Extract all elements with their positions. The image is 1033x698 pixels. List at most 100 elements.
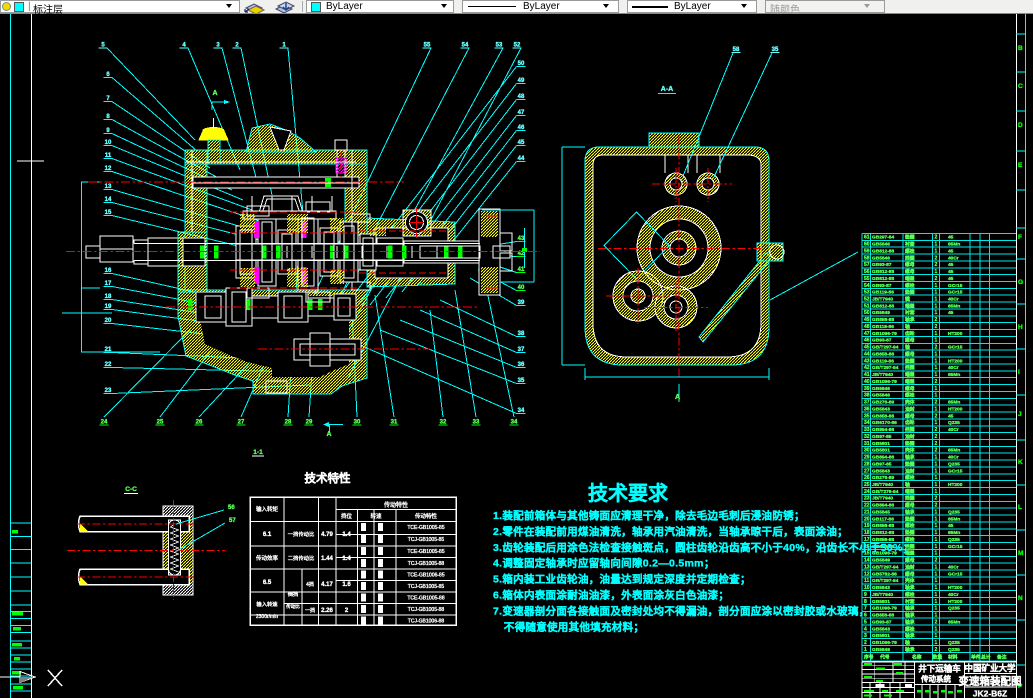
svg-text:GB5843: GB5843: [872, 468, 890, 474]
svg-text:螺栓: 螺栓: [905, 625, 915, 632]
svg-text:32: 32: [864, 434, 870, 440]
svg-text:JB/T7940: JB/T7940: [872, 592, 893, 598]
svg-text:键: 键: [904, 296, 910, 303]
svg-text:47: 47: [864, 331, 870, 337]
svg-text:序号: 序号: [864, 654, 874, 661]
svg-text:2.零件在装配前用煤油清洗，轴承用汽油清洗，当轴承晾干后，表: 2.零件在装配前用煤油清洗，轴承用汽油清洗，当轴承晾干后，表面涂油；: [493, 525, 848, 538]
svg-text:26: 26: [864, 475, 870, 481]
svg-text:1: 1: [935, 530, 938, 536]
svg-text:GB/T297-94: GB/T297-94: [872, 564, 899, 570]
svg-text:轴: 轴: [905, 323, 910, 330]
svg-text:JB/T7940: JB/T7940: [872, 482, 893, 488]
svg-text:1: 1: [935, 351, 938, 357]
svg-text:GB5846: GB5846: [872, 386, 890, 392]
svg-text:13: 13: [864, 564, 870, 570]
svg-text:技术要求: 技术要求: [588, 481, 669, 505]
svg-text:61: 61: [864, 235, 870, 241]
svg-text:K: K: [1018, 459, 1023, 466]
svg-text:GB812-88: GB812-88: [872, 269, 894, 275]
svg-text:45: 45: [948, 276, 954, 282]
svg-text:GB5801: GB5801: [872, 448, 890, 454]
svg-text:垫圈: 垫圈: [905, 289, 915, 296]
svg-text:轴承: 轴承: [905, 646, 915, 653]
svg-text:传动效率: 传动效率: [256, 554, 279, 562]
svg-text:29: 29: [864, 455, 870, 461]
svg-text:井下运输车: 井下运输车: [918, 664, 961, 674]
svg-text:名称: 名称: [912, 654, 922, 661]
svg-text:壳体: 壳体: [904, 447, 915, 454]
svg-text:2: 2: [935, 255, 938, 261]
svg-text:壳体: 壳体: [904, 577, 915, 584]
svg-text:50: 50: [864, 310, 870, 316]
svg-text:备注: 备注: [996, 654, 1007, 661]
svg-text:1: 1: [935, 455, 938, 461]
svg-text:垫圈: 垫圈: [905, 440, 915, 447]
svg-text:Q235: Q235: [948, 420, 960, 426]
svg-text:1-1: 1-1: [253, 449, 263, 456]
svg-text:D: D: [1018, 122, 1023, 129]
svg-text:垫圈: 垫圈: [905, 529, 915, 536]
svg-text:螺栓: 螺栓: [905, 474, 915, 481]
svg-text:2: 2: [935, 441, 938, 447]
svg-text:1: 1: [935, 248, 938, 254]
svg-text:45: 45: [948, 413, 954, 419]
svg-text:GB1096-79: GB1096-79: [872, 606, 897, 612]
svg-text:4.调整固定轴承时应留轴向间隙0.2—0.5mm；: 4.调整固定轴承时应留轴向间隙0.2—0.5mm；: [493, 557, 715, 570]
svg-text:HT200: HT200: [948, 585, 963, 591]
svg-text:65Mn: 65Mn: [948, 242, 960, 248]
svg-text:油封: 油封: [905, 433, 915, 440]
svg-text:衬套: 衬套: [905, 598, 915, 605]
svg-text:衬套: 衬套: [905, 241, 915, 248]
svg-text:GB812-88: GB812-88: [872, 530, 894, 536]
svg-text:65Mn: 65Mn: [948, 516, 960, 522]
svg-text:GB93-87: GB93-87: [872, 283, 892, 289]
svg-text:轴承: 轴承: [905, 612, 915, 619]
svg-text:60: 60: [864, 242, 870, 248]
svg-text:GB858-88: GB858-88: [872, 317, 894, 323]
svg-text:GB858-88: GB858-88: [872, 413, 894, 419]
svg-text:端盖: 端盖: [905, 488, 915, 495]
svg-text:TCE-GB1005-85: TCE-GB1005-85: [407, 549, 444, 555]
svg-text:34: 34: [864, 420, 870, 426]
svg-text:20: 20: [864, 516, 870, 522]
svg-text:GCr15: GCr15: [948, 345, 963, 351]
svg-text:40Cr: 40Cr: [948, 365, 959, 371]
svg-text:65Mn: 65Mn: [948, 448, 960, 454]
svg-text:1: 1: [935, 489, 938, 495]
svg-text:GB93-87: GB93-87: [872, 262, 892, 268]
svg-text:GB5849: GB5849: [872, 310, 890, 316]
svg-text:24: 24: [864, 489, 870, 495]
svg-text:2: 2: [935, 345, 938, 351]
svg-text:42: 42: [864, 365, 870, 371]
svg-text:2: 2: [935, 262, 938, 268]
svg-text:螺母: 螺母: [905, 570, 915, 577]
svg-text:2: 2: [935, 647, 938, 653]
svg-text:不得随意使用其他填充材料；: 不得随意使用其他填充材料；: [493, 620, 644, 633]
svg-text:GB297-84: GB297-84: [872, 235, 894, 241]
svg-text:1: 1: [935, 310, 938, 316]
svg-text:40Cr: 40Cr: [948, 455, 959, 461]
svg-text:GB5843: GB5843: [872, 626, 890, 632]
svg-text:GB276-89: GB276-89: [872, 475, 894, 481]
svg-text:Q235: Q235: [948, 640, 960, 646]
svg-text:GB1096-79: GB1096-79: [872, 331, 897, 337]
svg-text:G: G: [1018, 279, 1023, 286]
svg-text:4挡: 4挡: [306, 581, 314, 588]
svg-text:1: 1: [935, 358, 938, 364]
svg-text:6.1: 6.1: [263, 532, 272, 538]
svg-text:GB/T297-94: GB/T297-94: [872, 365, 899, 371]
svg-text:螺栓: 螺栓: [905, 282, 915, 289]
svg-text:1: 1: [935, 482, 938, 488]
svg-text:1: 1: [935, 468, 938, 474]
svg-text:1: 1: [935, 509, 938, 515]
svg-text:JB/T7940: JB/T7940: [872, 372, 893, 378]
svg-text:1: 1: [935, 585, 938, 591]
svg-text:2: 2: [935, 496, 938, 502]
svg-text:2: 2: [935, 379, 938, 385]
svg-text:5: 5: [864, 619, 867, 625]
svg-text:倒挡: 倒挡: [288, 590, 299, 598]
svg-text:Q235: Q235: [948, 461, 960, 467]
svg-text:轴承: 轴承: [905, 316, 915, 323]
svg-text:JB/T7940: JB/T7940: [872, 297, 893, 303]
svg-text:H: H: [1018, 324, 1023, 331]
